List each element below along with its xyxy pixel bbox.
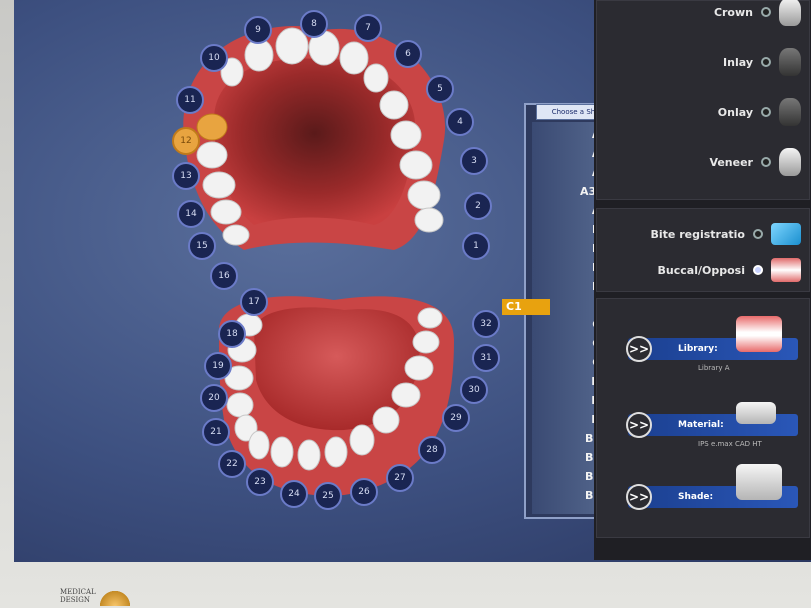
radio-icon[interactable] <box>753 229 763 239</box>
scan-option-label: Bite registratio <box>650 227 745 241</box>
tooth-number-15[interactable]: 15 <box>188 232 216 260</box>
tooth-number-18[interactable]: 18 <box>218 320 246 348</box>
tooth-number-19[interactable]: 19 <box>204 352 232 380</box>
tooth-number-3[interactable]: 3 <box>460 147 488 175</box>
inlay-icon <box>779 48 801 76</box>
restoration-label: Veneer <box>709 155 753 169</box>
restoration-label: Onlay <box>717 105 753 119</box>
option-library-expand-button[interactable]: >> <box>626 336 652 362</box>
tooth-number-6[interactable]: 6 <box>394 40 422 68</box>
option-value: Library A <box>698 364 730 372</box>
buccal-opposing-icon <box>771 258 801 282</box>
tooth-number-14[interactable]: 14 <box>177 200 205 228</box>
restoration-label: Inlay <box>723 55 753 69</box>
tooth-number-17[interactable]: 17 <box>240 288 268 316</box>
scan-option-label: Buccal/Opposi <box>657 263 745 277</box>
tooth-number-23[interactable]: 23 <box>246 468 274 496</box>
shade-teeth-icon <box>736 464 782 500</box>
restoration-inlay[interactable]: Inlay <box>606 42 801 82</box>
tooth-number-8[interactable]: 8 <box>300 10 328 38</box>
tooth-number-28[interactable]: 28 <box>418 436 446 464</box>
radio-icon[interactable] <box>761 157 771 167</box>
tooth-number-4[interactable]: 4 <box>446 108 474 136</box>
tooth-number-7[interactable]: 7 <box>354 14 382 42</box>
tooth-number-11[interactable]: 11 <box>176 86 204 114</box>
tooth-number-13[interactable]: 13 <box>172 162 200 190</box>
bite-registration-icon <box>771 223 801 245</box>
option-value: IPS e.max CAD HT <box>698 440 762 448</box>
application-screen: 1 2 3 4 5 6 7 8 9 10 11 12 13 14 15 16 17 18 19 20 21 22 23 24 2… <box>14 0 811 562</box>
brand-line2: DESIGN <box>60 596 90 604</box>
library-teeth-icon <box>736 316 782 352</box>
scan-option-1[interactable]: Buccal/Opposi <box>606 250 801 290</box>
radio-icon[interactable] <box>761 57 771 67</box>
shade-option-c1[interactable]: C1 <box>502 299 550 315</box>
restoration-crown[interactable]: Crown <box>606 0 801 32</box>
tooth-number-2[interactable]: 2 <box>464 192 492 220</box>
tooth-number-26[interactable]: 26 <box>350 478 378 506</box>
lower-jaw[interactable] <box>219 296 454 496</box>
option-material-expand-button[interactable]: >> <box>626 412 652 438</box>
restoration-onlay[interactable]: Onlay <box>606 92 801 132</box>
brand-logo: MEDICAL DESIGN <box>60 585 150 607</box>
option-shade-expand-button[interactable]: >> <box>626 484 652 510</box>
tooth-number-31[interactable]: 31 <box>472 344 500 372</box>
dental-arch-view[interactable] <box>14 0 554 560</box>
tooth-number-25[interactable]: 25 <box>314 482 342 510</box>
tooth-number-12[interactable]: 12 <box>172 127 200 155</box>
tooth-number-16[interactable]: 16 <box>210 262 238 290</box>
tooth-number-32[interactable]: 32 <box>472 310 500 338</box>
crown-icon <box>779 0 801 26</box>
tooth-number-27[interactable]: 27 <box>386 464 414 492</box>
onlay-icon <box>779 98 801 126</box>
tooth-number-24[interactable]: 24 <box>280 480 308 508</box>
tooth-number-9[interactable]: 9 <box>244 16 272 44</box>
radio-icon[interactable] <box>761 107 771 117</box>
tooth-number-21[interactable]: 21 <box>202 418 230 446</box>
tooth-number-29[interactable]: 29 <box>442 404 470 432</box>
radio-icon[interactable] <box>753 265 763 275</box>
restoration-label: Crown <box>713 5 753 19</box>
scan-option-0[interactable]: Bite registratio <box>606 214 801 254</box>
material-block-icon <box>736 402 776 424</box>
brand-text: MEDICAL DESIGN <box>60 588 96 604</box>
tooth-number-10[interactable]: 10 <box>200 44 228 72</box>
veneer-icon <box>779 148 801 176</box>
restoration-veneer[interactable]: Veneer <box>606 142 801 182</box>
tooth-number-20[interactable]: 20 <box>200 384 228 412</box>
tooth-number-30[interactable]: 30 <box>460 376 488 404</box>
tooth-number-22[interactable]: 22 <box>218 450 246 478</box>
tooth-number-5[interactable]: 5 <box>426 75 454 103</box>
sun-logo-icon <box>99 586 130 606</box>
tooth-number-1[interactable]: 1 <box>462 232 490 260</box>
radio-icon[interactable] <box>761 7 771 17</box>
brand-line1: MEDICAL <box>60 588 96 596</box>
